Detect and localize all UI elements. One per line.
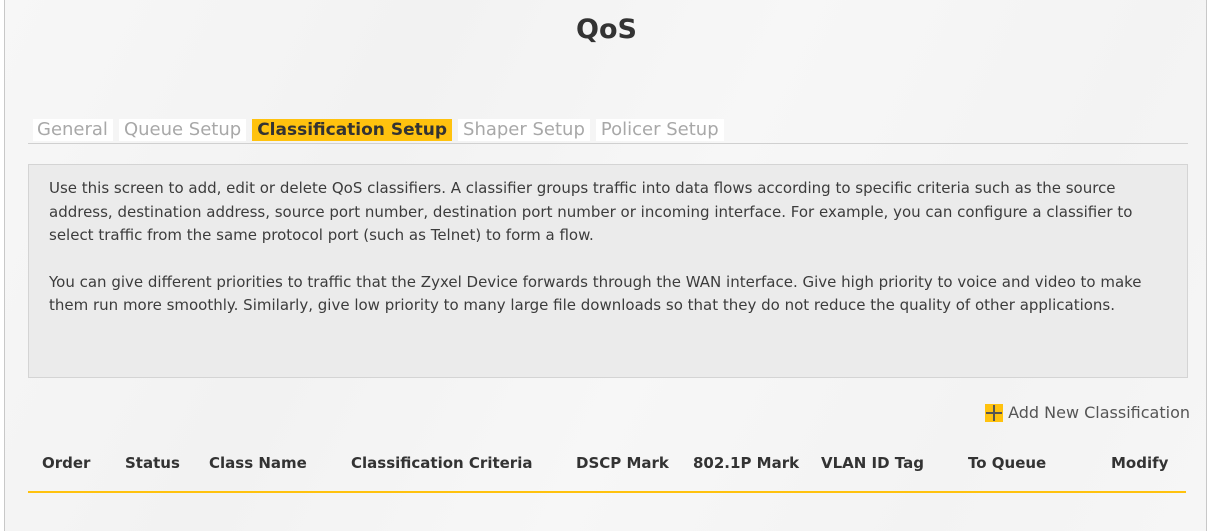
- add-new-classification-label: Add New Classification: [1008, 403, 1190, 422]
- column-modify: Modify: [1111, 454, 1169, 472]
- column-vlan-id-tag: VLAN ID Tag: [821, 454, 924, 472]
- tab-policer-setup[interactable]: Policer Setup: [595, 119, 724, 141]
- table-header-underline: [28, 491, 1186, 493]
- tab-classification-setup[interactable]: Classification Setup: [252, 119, 453, 141]
- tab-shaper-setup[interactable]: Shaper Setup: [458, 119, 590, 141]
- column-dscp-mark: DSCP Mark: [576, 454, 669, 472]
- plus-icon: [985, 403, 1004, 422]
- classification-table-header: Order Status Class Name Classification C…: [28, 454, 1188, 478]
- tab-general[interactable]: General: [33, 119, 113, 141]
- tab-bar: General Queue Setup Classification Setup…: [33, 119, 730, 141]
- info-box: Use this screen to add, edit or delete Q…: [28, 164, 1188, 378]
- column-to-queue: To Queue: [968, 454, 1047, 472]
- page-title: QoS: [576, 14, 637, 45]
- info-paragraph-1: Use this screen to add, edit or delete Q…: [49, 179, 1133, 244]
- info-paragraph-2: You can give different priorities to tra…: [49, 272, 1142, 315]
- column-8021p-mark: 802.1P Mark: [693, 454, 800, 472]
- tab-divider: [28, 143, 1188, 144]
- column-class-name: Class Name: [209, 454, 307, 472]
- column-order: Order: [42, 454, 91, 472]
- add-new-classification-button[interactable]: Add New Classification: [985, 403, 1190, 422]
- column-status: Status: [125, 454, 180, 472]
- tab-queue-setup[interactable]: Queue Setup: [118, 119, 247, 141]
- column-classification-criteria: Classification Criteria: [351, 454, 533, 472]
